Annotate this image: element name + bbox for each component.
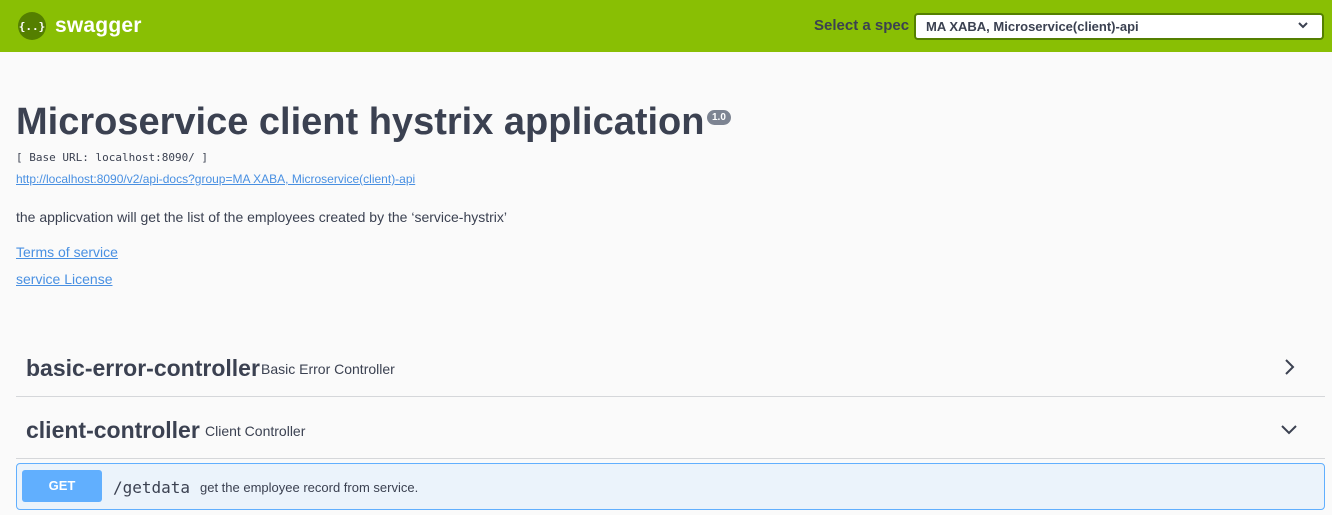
- spec-select[interactable]: MA XABA, Microservice(client)-api: [914, 13, 1324, 40]
- swagger-logo-icon: {..}: [18, 12, 46, 40]
- operation-get-getdata[interactable]: GET /getdata get the employee record fro…: [16, 463, 1325, 510]
- chevron-down-icon: [1298, 22, 1308, 29]
- tag-description: Client Controller: [205, 423, 306, 439]
- page-title: Microservice client hystrix application: [16, 101, 705, 143]
- tag-basic-error-controller[interactable]: basic-error-controller Basic Error Contr…: [16, 339, 1325, 397]
- version-badge: 1.0: [707, 110, 731, 125]
- operation-path: /getdata: [113, 478, 191, 497]
- swagger-logo[interactable]: {..} swagger: [18, 12, 142, 40]
- operation-summary: get the employee record from service.: [200, 480, 419, 495]
- topbar: {..} swagger Select a spec MA XABA, Micr…: [0, 0, 1332, 52]
- spec-select-value: MA XABA, Microservice(client)-api: [926, 19, 1139, 34]
- spec-select-label: Select a spec: [814, 17, 910, 34]
- tag-name: basic-error-controller: [26, 355, 260, 381]
- base-url: [ Base URL: localhost:8090/ ]: [16, 151, 209, 164]
- tag-name: client-controller: [26, 417, 200, 443]
- terms-of-service-link[interactable]: Terms of service: [16, 244, 118, 260]
- tag-description: Basic Error Controller: [261, 361, 395, 377]
- tag-client-controller[interactable]: client-controller Client Controller: [16, 401, 1325, 459]
- http-method-badge: GET: [22, 470, 102, 502]
- license-link[interactable]: service License: [16, 271, 113, 287]
- chevron-down-icon[interactable]: [1279, 419, 1299, 439]
- swagger-logo-text: swagger: [55, 14, 142, 37]
- api-docs-link[interactable]: http://localhost:8090/v2/api-docs?group=…: [16, 172, 415, 186]
- api-description: the applicvation will get the list of th…: [16, 209, 508, 225]
- chevron-right-icon[interactable]: [1279, 357, 1299, 377]
